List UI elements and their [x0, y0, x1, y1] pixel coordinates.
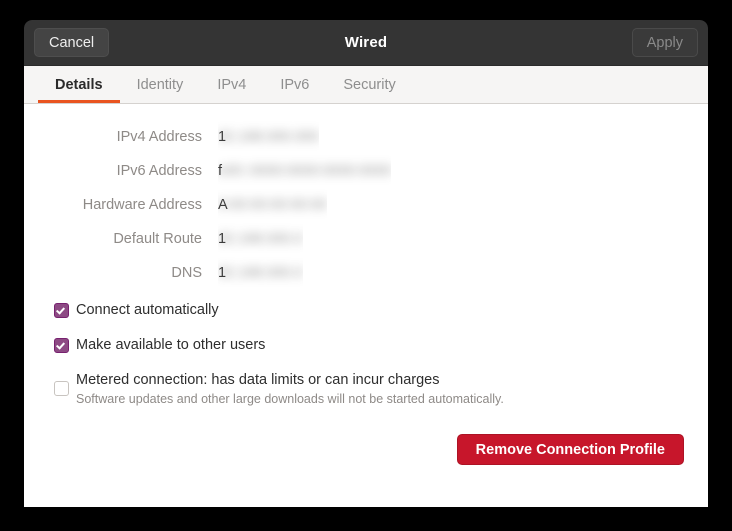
tab-label: IPv4 [217, 76, 247, 93]
tab-label: IPv6 [280, 76, 310, 93]
option-connect-automatically[interactable]: Connect automatically [54, 300, 684, 320]
option-label: Make available to other users [76, 337, 266, 353]
detail-label: Hardware Address [82, 197, 202, 213]
apply-button[interactable]: Apply [631, 28, 698, 57]
detail-row: Default Route 1 92.168.000.0 [24, 222, 708, 256]
tab-ipv6[interactable]: IPv6 [263, 66, 326, 103]
option-text-block: Metered connection: has data limits or c… [76, 370, 504, 408]
detail-value: 92.168.000.000 [218, 129, 319, 145]
page-title: Wired [344, 34, 388, 51]
checkbox-checked-icon[interactable] [54, 303, 69, 318]
option-label: Connect automatically [76, 302, 219, 318]
tab-security[interactable]: Security [326, 66, 412, 103]
detail-value-redacted-wrap: 92.168.000.0 [218, 222, 303, 256]
connection-details-list: IPv4 Address 1 92.168.000.000 IPv6 Addre… [24, 120, 708, 290]
detail-label: Default Route [113, 231, 202, 247]
details-panel: IPv4 Address 1 92.168.000.000 IPv6 Addre… [24, 104, 708, 507]
detail-value: 92.168.000.0 [218, 231, 303, 247]
tab-label: Details [55, 76, 103, 93]
option-make-available-to-other-users[interactable]: Make available to other users [54, 335, 684, 355]
detail-value-redacted-wrap: 0:00:00:00:00:00 [218, 188, 327, 222]
detail-value-redacted-wrap: 92.168.000.000 [218, 120, 319, 154]
remove-connection-profile-button[interactable]: Remove Connection Profile [456, 434, 684, 465]
detail-label: IPv6 Address [116, 163, 202, 179]
tab-label: Security [343, 76, 396, 93]
option-sublabel: Software updates and other large downloa… [76, 392, 504, 406]
detail-row: DNS 1 92.168.000.0 [24, 256, 708, 290]
tab-label: Identity [136, 76, 184, 93]
detail-label: IPv4 Address [116, 129, 202, 145]
detail-row: IPv4 Address 1 92.168.000.000 [24, 120, 708, 154]
checkbox-checked-icon[interactable] [54, 338, 69, 353]
detail-value: 92.168.000.0 [218, 265, 303, 281]
option-metered-connection[interactable]: Metered connection: has data limits or c… [54, 370, 684, 408]
option-label: Metered connection: has data limits or c… [76, 372, 440, 388]
options-group: Connect automatically Make available to … [54, 300, 684, 408]
tab-details[interactable]: Details [38, 66, 120, 103]
title-bar: Cancel Wired Apply [24, 20, 708, 66]
detail-label: DNS [171, 265, 202, 281]
tab-identity[interactable]: Identity [120, 66, 201, 103]
checkbox-unchecked-icon[interactable] [54, 381, 69, 396]
connection-editor-window: Cancel Wired Apply Details Identity IPv4… [24, 20, 708, 507]
detail-row: IPv6 Address f e00::0000:0000:0000:0000 [24, 154, 708, 188]
detail-row: Hardware Address A 0:00:00:00:00:00 [24, 188, 708, 222]
detail-value: e00::0000:0000:0000:0000 [218, 163, 392, 179]
detail-value: 0:00:00:00:00:00 [218, 197, 327, 213]
tab-ipv4[interactable]: IPv4 [200, 66, 263, 103]
detail-value-redacted-wrap: 92.168.000.0 [218, 256, 303, 290]
detail-value-redacted-wrap: e00::0000:0000:0000:0000 [218, 154, 391, 188]
tab-bar: Details Identity IPv4 IPv6 Security [24, 66, 708, 104]
